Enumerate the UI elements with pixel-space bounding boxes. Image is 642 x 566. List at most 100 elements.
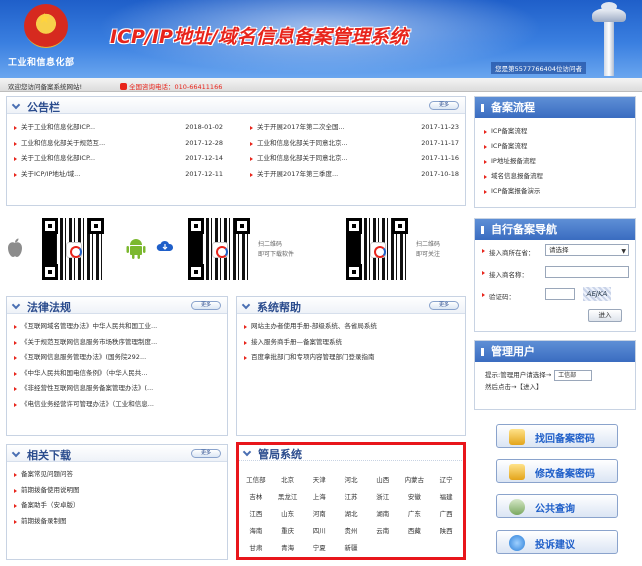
search-icon xyxy=(509,499,525,515)
monument-icon xyxy=(584,2,634,78)
news-title[interactable]: 关于开展2017年第三季度... xyxy=(257,170,338,178)
isp-name-row: 接入商名称： xyxy=(475,262,635,284)
help-more-button[interactable]: 更多 xyxy=(429,301,459,310)
news-title[interactable]: 关于ICP/IP地址/域... xyxy=(21,170,80,178)
select-value: 请选择 xyxy=(549,246,569,254)
laws-more-button[interactable]: 更多 xyxy=(191,301,221,310)
list-item[interactable]: 关于开展2017年第二次全国... 2017-11-23 xyxy=(249,120,459,136)
welcome-text: 欢迎您访问备案系统网站! xyxy=(8,83,83,91)
laws-list: 《互联网域名管理办法》中华人民共和国工业... 《关于规范互联网信息服务市场秩序… xyxy=(7,314,227,417)
bulletin-more-button[interactable]: 更多 xyxy=(429,101,459,110)
list-item[interactable]: 《非经营性互联网信息服务备案管理办法》(... xyxy=(13,381,221,397)
qr-caption-line: 即可关注 xyxy=(416,251,441,258)
bulletin-header: 公告栏 更多 xyxy=(7,97,465,114)
laws-panel: 法律法规 更多 《互联网域名管理办法》中华人民共和国工业... 《关于规范互联网… xyxy=(6,296,228,436)
list-item[interactable]: 网站主办者使用手册-部级系统、各省局系统 xyxy=(243,319,459,335)
captcha-row: 验证码： AEJKA xyxy=(475,284,635,306)
hotline: 全国咨询电话：010-66411166 xyxy=(120,81,222,91)
list-item[interactable]: 《关于规范互联网信息服务市场秩序管理制度... xyxy=(13,335,221,351)
isp-province-select[interactable]: 请选择 ▼ xyxy=(545,244,629,256)
qr-caption-line: 扫二维码 xyxy=(416,241,441,248)
downloads-panel: 相关下载 更多 备案常见问题问答 前期拨备使用说明图 备案助手（安卓版） 前期拨… xyxy=(6,444,228,560)
news-date: 2017-11-23 xyxy=(421,123,459,131)
flow-title: 备案流程 xyxy=(475,97,635,118)
news-title[interactable]: 工业和信息化部关于规范互... xyxy=(21,139,105,147)
button-label: 找回备案密码 xyxy=(535,434,595,445)
isp-name-input[interactable] xyxy=(545,266,629,278)
downloads-title: 相关下载 xyxy=(27,449,71,462)
list-item[interactable]: 百度拿批部门和专项内容管理部门登录指南 xyxy=(243,350,459,366)
qr-code-ios xyxy=(40,216,106,282)
app-logo-icon xyxy=(66,242,82,258)
captcha-input[interactable] xyxy=(545,288,575,300)
recover-password-button[interactable]: 找回备案密码 xyxy=(496,424,618,448)
isp-name-label: 接入商名称： xyxy=(489,271,528,279)
list-item[interactable]: 备案常见问题问答 xyxy=(13,467,221,483)
button-label: 修改备案密码 xyxy=(535,469,595,480)
bulletin-panel: 公告栏 更多 关于工业和信息化部ICP... 2018-01-02 工业和信息化部… xyxy=(6,96,466,206)
bullet-icon xyxy=(482,271,485,275)
public-query-button[interactable]: 公共查询 xyxy=(496,494,618,518)
news-title[interactable]: 关于工业和信息化部ICP... xyxy=(21,154,95,162)
list-item[interactable]: 工业和信息化部关于同意北京... 2017-11-17 xyxy=(249,136,459,152)
system-title: ICP/IP地址/域名信息备案管理系统 xyxy=(110,26,408,48)
laws-header: 法律法规 更多 xyxy=(7,297,227,314)
list-item[interactable]: 工业和信息化部关于规范互... 2017-12-28 xyxy=(13,136,223,152)
list-item[interactable]: 域名信息报备流程 xyxy=(483,169,627,184)
news-title[interactable]: 工业和信息化部关于同意北京... xyxy=(257,154,348,162)
users-title: 管理用户 xyxy=(475,341,635,362)
chevron-icon xyxy=(11,448,21,458)
news-date: 2017-11-17 xyxy=(421,138,459,147)
list-item[interactable]: ICP备案流程 xyxy=(483,124,627,139)
list-item[interactable]: 前期拨备录制图 xyxy=(13,514,221,530)
bulletin-list-left: 关于工业和信息化部ICP... 2018-01-02 工业和信息化部关于规范互..… xyxy=(7,115,229,187)
list-item[interactable]: 工业和信息化部关于同意北京... 2017-11-16 xyxy=(249,151,459,167)
list-item[interactable]: IP地址报备流程 xyxy=(483,154,627,169)
change-password-button[interactable]: 修改备案密码 xyxy=(496,459,618,483)
list-item[interactable]: 关于工业和信息化部ICP... 2018-01-02 xyxy=(13,120,223,136)
list-item[interactable]: 备案助手（安卓版） xyxy=(13,498,221,514)
admin-user-panel: 管理用户 提示:管理用户请选择→ 工信部 然后点击→【进入】 xyxy=(474,340,636,410)
hint-line1: 提示:管理用户请选择→ xyxy=(485,371,552,379)
complaint-button[interactable]: 投诉建议 xyxy=(496,530,618,554)
enter-button[interactable]: 进入 xyxy=(588,309,622,322)
list-item[interactable]: 《互联网信息服务管理办法》(国务院292... xyxy=(13,350,221,366)
bulletin-list-right: 关于开展2017年第二次全国... 2017-11-23 工业和信息化部关于同意北… xyxy=(243,115,465,187)
qr-caption-line: 扫二维码 xyxy=(258,241,283,248)
qr-caption-follow: 扫二维码 即可关注 xyxy=(416,240,440,260)
list-item[interactable]: 《电信业务经营许可管理办法》（工业和信息... xyxy=(13,397,221,413)
help-title: 系统帮助 xyxy=(257,301,301,314)
flow-list: ICP备案流程 ICP备案流程 IP地址报备流程 域名信息报备流程 ICP备案报… xyxy=(475,118,635,205)
apple-icon xyxy=(8,238,22,257)
admin-bureau-select[interactable]: 工信部 xyxy=(554,369,593,381)
captcha-label: 验证码： xyxy=(489,293,515,301)
list-item[interactable]: 关于ICP/IP地址/域... 2017-12-11 xyxy=(13,167,223,183)
isp-province-label: 接入商所在省： xyxy=(489,249,535,257)
captcha-image[interactable]: AEJKA xyxy=(583,287,611,301)
help-panel: 系统帮助 更多 网站主办者使用手册-部级系统、各省局系统 接入服务商手册—备案管… xyxy=(236,296,466,436)
list-item[interactable]: 关于开展2017年第三季度... 2017-10-18 xyxy=(249,167,459,183)
list-item[interactable]: 《中华人民共和国电信条例》（中华人民共... xyxy=(13,366,221,382)
national-emblem-icon: ★ xyxy=(24,4,68,48)
qr-caption-line: 即可下载软件 xyxy=(258,251,295,258)
site-header: ★ 工业和信息化部 ICP/IP地址/域名信息备案管理系统 您是第5577766… xyxy=(0,0,642,78)
news-title[interactable]: 关于开展2017年第二次全国... xyxy=(257,123,345,131)
downloads-list: 备案常见问题问答 前期拨备使用说明图 备案助手（安卓版） 前期拨备录制图 xyxy=(7,462,227,534)
list-item[interactable]: ICP备案流程 xyxy=(483,139,627,154)
news-title[interactable]: 工业和信息化部关于同意北京... xyxy=(257,139,348,147)
button-label: 公共查询 xyxy=(535,504,575,515)
list-item[interactable]: 关于工业和信息化部ICP... 2017-12-14 xyxy=(13,151,223,167)
downloads-more-button[interactable]: 更多 xyxy=(191,449,221,458)
key-icon xyxy=(509,429,525,445)
visitor-counter: 您是第5577766404位访问者 xyxy=(491,62,586,74)
hotline-label: 全国咨询电话： xyxy=(129,83,175,91)
news-date: 2017-12-14 xyxy=(185,154,223,162)
downloads-header: 相关下载 更多 xyxy=(7,445,227,462)
list-item[interactable]: 《互联网域名管理办法》中华人民共和国工业... xyxy=(13,319,221,335)
list-item[interactable]: 前期拨备使用说明图 xyxy=(13,483,221,499)
enter-row: 进入 xyxy=(475,306,635,328)
help-list: 网站主办者使用手册-部级系统、各省局系统 接入服务商手册—备案管理系统 百度拿批… xyxy=(237,314,465,371)
list-item[interactable]: ICP备案报备演示 xyxy=(483,184,627,199)
news-title[interactable]: 关于工业和信息化部ICP... xyxy=(21,123,95,131)
list-item[interactable]: 接入服务商手册—备案管理系统 xyxy=(243,335,459,351)
